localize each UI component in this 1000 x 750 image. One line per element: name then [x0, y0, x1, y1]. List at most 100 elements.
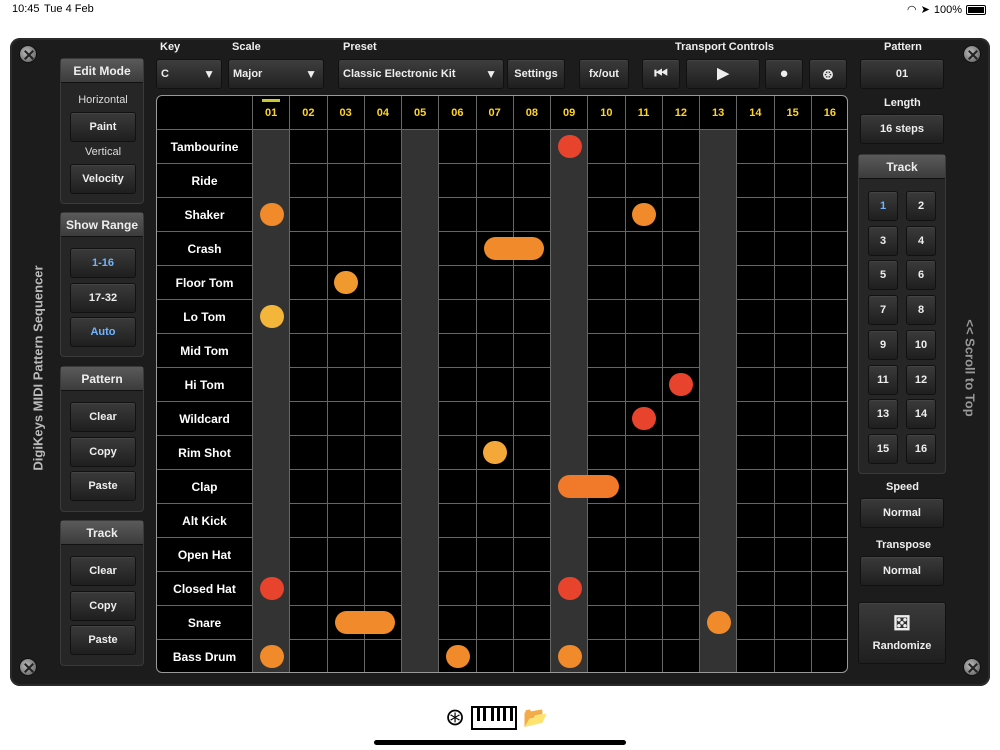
track-button-8[interactable]: 8 [906, 295, 936, 326]
step-cell[interactable] [737, 470, 775, 504]
step-cell[interactable] [365, 504, 402, 538]
step-cell[interactable] [365, 198, 402, 232]
step-cell[interactable] [290, 266, 328, 300]
step-cell[interactable] [588, 334, 626, 368]
step-cell[interactable] [626, 640, 663, 672]
track-button-13[interactable]: 13 [868, 399, 898, 430]
note-block[interactable] [557, 135, 582, 158]
step-cell[interactable] [737, 640, 775, 672]
step-cell[interactable] [514, 538, 551, 572]
track-name[interactable]: Floor Tom [157, 266, 253, 300]
step-cell[interactable] [365, 232, 402, 266]
step-cell[interactable] [737, 402, 775, 436]
step-cell[interactable] [700, 232, 738, 266]
speed-button[interactable]: Normal [860, 498, 944, 528]
step-cell[interactable] [328, 504, 365, 538]
step-cell[interactable] [700, 334, 738, 368]
record-button[interactable]: ● [765, 59, 803, 89]
step-cell[interactable] [439, 470, 477, 504]
paint-button[interactable]: Paint [70, 112, 136, 142]
step-cell[interactable] [737, 572, 775, 606]
note-block[interactable] [259, 305, 284, 328]
step-cell[interactable] [439, 436, 477, 470]
note-block[interactable] [632, 203, 657, 226]
track-button-6[interactable]: 6 [906, 260, 936, 291]
step-cell[interactable] [253, 606, 291, 640]
step-cell[interactable] [439, 368, 477, 402]
step-cell[interactable] [551, 402, 589, 436]
note-block[interactable] [632, 407, 657, 430]
step-cell[interactable] [737, 334, 775, 368]
step-cell[interactable] [290, 606, 328, 640]
step-cell[interactable] [477, 130, 514, 164]
step-cell[interactable] [588, 436, 626, 470]
step-cell[interactable] [551, 538, 589, 572]
step-cell[interactable] [700, 538, 738, 572]
range-17-32-button[interactable]: 17-32 [70, 283, 136, 313]
key-dropdown[interactable]: C ▼ [156, 59, 222, 89]
track-name[interactable]: Open Hat [157, 538, 253, 572]
step-cell[interactable] [700, 164, 738, 198]
step-cell[interactable] [402, 198, 440, 232]
note-block[interactable] [259, 645, 284, 668]
step-cell[interactable] [663, 334, 700, 368]
step-cell[interactable] [663, 606, 700, 640]
step-cell[interactable] [626, 504, 663, 538]
step-cell[interactable] [775, 130, 812, 164]
step-cell[interactable] [812, 266, 847, 300]
step-cell[interactable] [812, 606, 847, 640]
track-button-16[interactable]: 16 [906, 433, 936, 464]
step-cell[interactable] [365, 402, 402, 436]
step-cell[interactable] [402, 606, 440, 640]
step-cell[interactable] [290, 368, 328, 402]
track-name[interactable]: Wildcard [157, 402, 253, 436]
preset-dropdown[interactable]: Classic Electronic Kit ▼ [338, 59, 504, 89]
randomize-button[interactable]: ⚄ Randomize [858, 602, 946, 664]
step-cell[interactable] [402, 470, 440, 504]
step-cell[interactable] [253, 334, 291, 368]
step-cell[interactable] [588, 368, 626, 402]
step-cell[interactable] [290, 198, 328, 232]
track-name[interactable]: Bass Drum [157, 640, 253, 672]
step-cell[interactable] [626, 300, 663, 334]
step-cell[interactable] [626, 538, 663, 572]
step-cell[interactable] [775, 470, 812, 504]
step-cell[interactable] [514, 164, 551, 198]
step-cell[interactable] [253, 266, 291, 300]
step-cell[interactable] [328, 130, 365, 164]
step-cell[interactable] [775, 368, 812, 402]
step-cell[interactable] [514, 198, 551, 232]
step-cell[interactable] [737, 436, 775, 470]
step-cell[interactable] [402, 130, 440, 164]
step-cell[interactable] [439, 198, 477, 232]
step-cell[interactable] [402, 266, 440, 300]
step-cell[interactable] [290, 334, 328, 368]
pattern-clear-button[interactable]: Clear [70, 402, 136, 432]
step-cell[interactable] [439, 538, 477, 572]
track-button-15[interactable]: 15 [868, 433, 898, 464]
step-cell[interactable] [588, 232, 626, 266]
range-auto-button[interactable]: Auto [70, 317, 136, 347]
step-cell[interactable] [663, 470, 700, 504]
track-name[interactable]: Tambourine [157, 130, 253, 164]
midi-button[interactable]: ⊛ [809, 59, 847, 89]
note-block[interactable] [334, 611, 395, 634]
step-cell[interactable] [588, 266, 626, 300]
track-button-14[interactable]: 14 [906, 399, 936, 430]
step-cell[interactable] [626, 130, 663, 164]
step-cell[interactable] [551, 504, 589, 538]
step-cell[interactable] [402, 402, 440, 436]
step-cell[interactable] [253, 436, 291, 470]
step-cell[interactable] [626, 572, 663, 606]
step-cell[interactable] [551, 334, 589, 368]
step-cell[interactable] [700, 470, 738, 504]
step-cell[interactable] [812, 232, 847, 266]
step-cell[interactable] [253, 538, 291, 572]
step-cell[interactable] [588, 402, 626, 436]
step-cell[interactable] [588, 640, 626, 672]
keyboard-icon[interactable] [471, 705, 518, 730]
step-cell[interactable] [775, 334, 812, 368]
track-copy-button[interactable]: Copy [70, 591, 136, 621]
step-cell[interactable] [253, 470, 291, 504]
step-cell[interactable] [551, 368, 589, 402]
